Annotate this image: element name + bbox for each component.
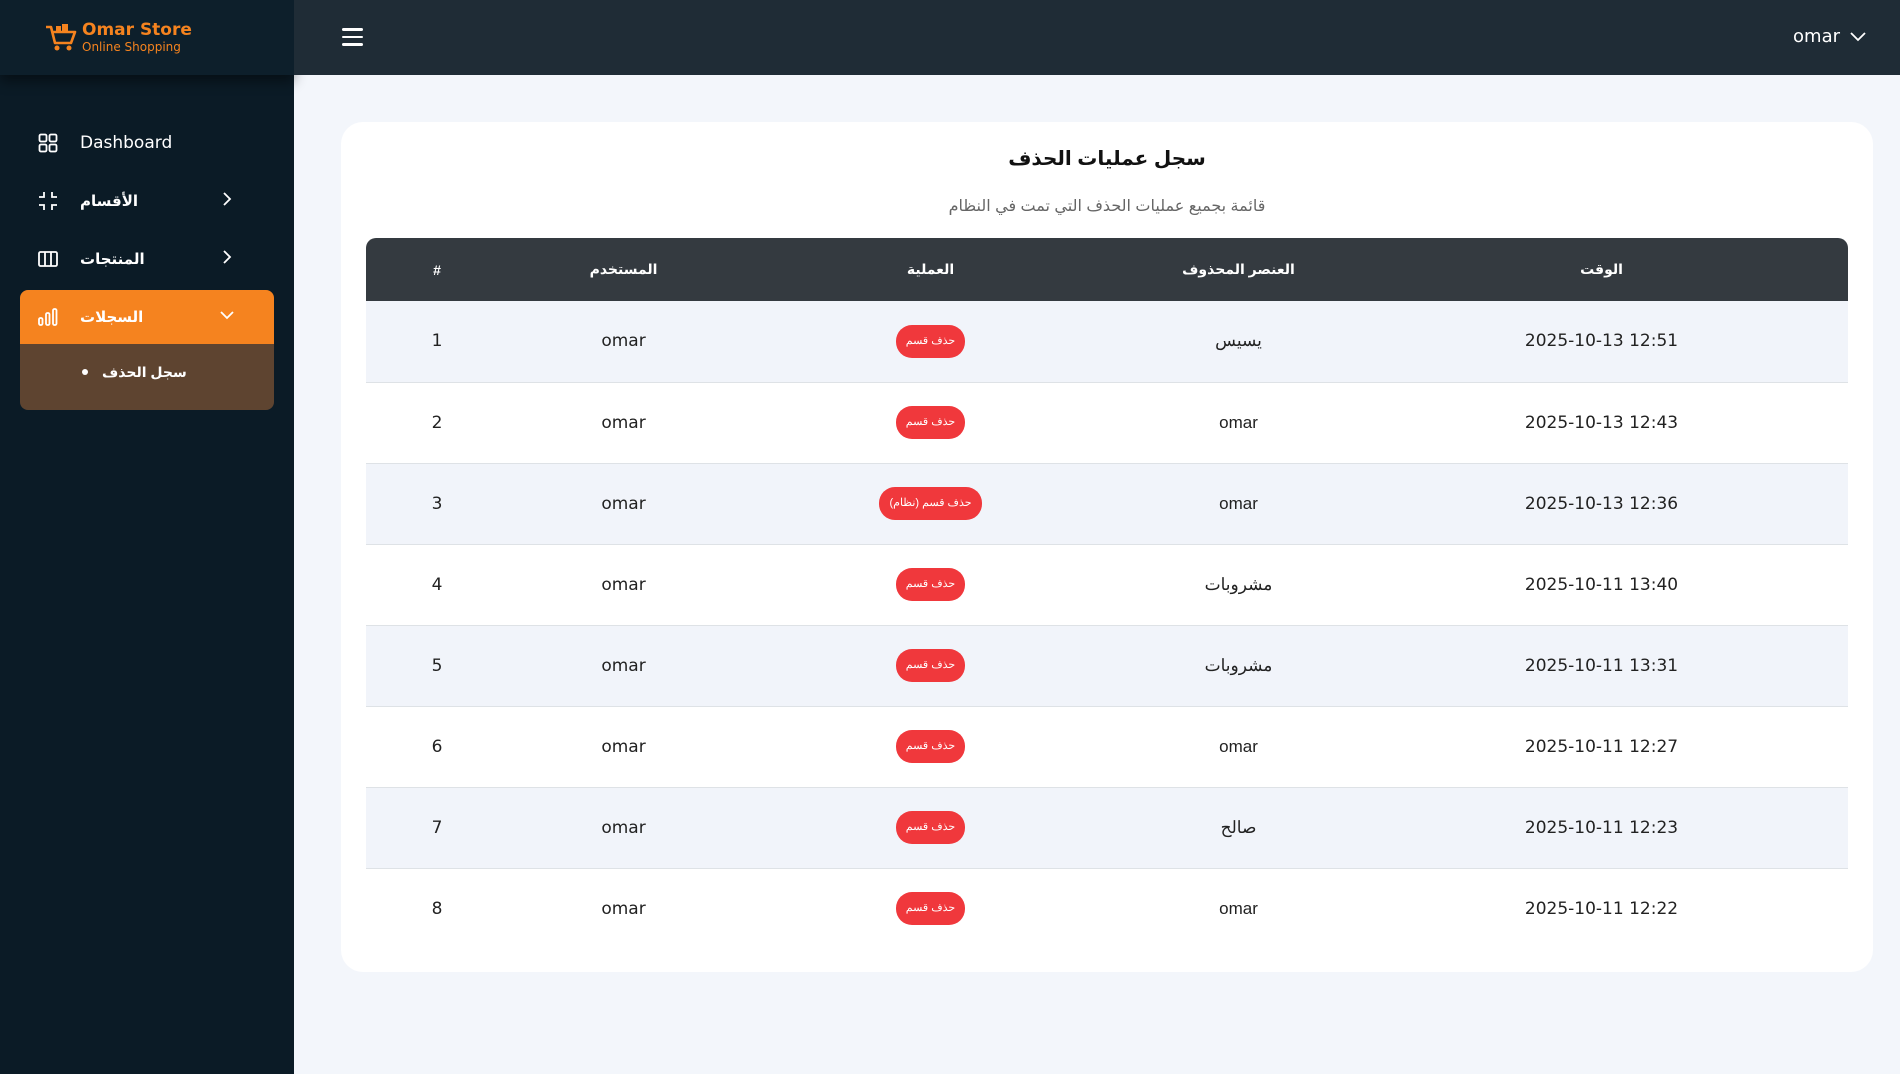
cell-index: 7 — [431, 817, 443, 838]
submenu-item-deletion-log[interactable]: سجل الحذف — [20, 354, 274, 390]
column-header-operation: العملية — [906, 261, 955, 277]
sidebar-item-label: Dashboard — [80, 133, 173, 153]
hamburger-menu-icon[interactable] — [342, 28, 368, 50]
cell-user: omar — [601, 817, 646, 838]
columns-icon — [38, 249, 58, 269]
cell-deleted-item: omar — [1219, 898, 1258, 918]
sidebar-item-categories[interactable]: الأقسام — [20, 174, 274, 228]
operation-badge: حذف قسم — [895, 568, 966, 601]
user-menu[interactable]: omar — [1793, 26, 1866, 47]
cell-deleted-item: يسيس — [1215, 331, 1262, 351]
cell-user: omar — [601, 574, 646, 595]
sidebar-item-dashboard[interactable]: Dashboard — [20, 116, 274, 170]
cell-user: omar — [601, 412, 646, 433]
cell-operation: حذف قسم — [739, 787, 1122, 868]
sidebar-item-label: السجلات — [80, 309, 144, 326]
sidebar: Omar Store Online Shopping Dashboard الأ… — [0, 0, 294, 1074]
brand-name: Omar Store — [82, 20, 192, 40]
column-header-time: الوقت — [1580, 261, 1623, 277]
cell-user: omar — [601, 736, 646, 757]
cell-index: 2 — [431, 412, 443, 433]
cell-index: 3 — [431, 493, 443, 514]
logs-submenu: سجل الحذف — [20, 344, 274, 410]
cell-index: 4 — [431, 574, 443, 595]
brand-tagline: Online Shopping — [82, 40, 181, 54]
topbar: omar — [294, 0, 1900, 75]
operation-badge: حذف قسم — [895, 730, 966, 763]
cell-time: 2025-10-13 12:36 — [1524, 493, 1679, 514]
cell-time: 2025-10-13 12:43 — [1524, 412, 1679, 433]
cell-operation: حذف قسم (نظام) — [739, 463, 1122, 544]
bar-chart-icon — [38, 307, 58, 327]
sidebar-item-label: الأقسام — [80, 193, 139, 210]
operation-badge: حذف قسم — [895, 406, 966, 439]
cell-deleted-item: omar — [1219, 493, 1258, 513]
cell-deleted-item: مشروبات — [1204, 574, 1273, 594]
table-row: 7 omar حذف قسم صالح 2025-10-11 12:23 — [366, 787, 1848, 868]
cell-deleted-item: صالح — [1220, 817, 1257, 837]
table-row: 2 omar حذف قسم omar 2025-10-13 12:43 — [366, 382, 1848, 463]
cell-index: 1 — [431, 331, 443, 352]
cell-operation: حذف قسم — [739, 868, 1122, 949]
column-header-user: المستخدم — [589, 261, 658, 277]
cell-time: 2025-10-11 12:22 — [1524, 898, 1679, 919]
cell-time: 2025-10-11 13:31 — [1524, 655, 1679, 676]
chevron-right-icon — [223, 192, 232, 206]
chevron-down-icon — [220, 311, 234, 320]
page-title: سجل عمليات الحذف — [1008, 148, 1206, 170]
deletion-log-table: # المستخدم العملية العنصر المحذوف الوقت … — [366, 238, 1848, 949]
sidebar-item-products[interactable]: المنتجات — [20, 232, 274, 286]
cell-index: 8 — [431, 898, 443, 919]
shopping-cart-icon — [46, 23, 77, 50]
operation-badge: حذف قسم — [895, 811, 966, 844]
table-row: 6 omar حذف قسم omar 2025-10-11 12:27 — [366, 706, 1848, 787]
sidebar-nav: Dashboard الأقسام المنتجات السجلات سجل ا… — [20, 116, 274, 410]
cell-user: omar — [601, 655, 646, 676]
column-header-index: # — [433, 261, 441, 278]
cell-operation: حذف قسم — [739, 382, 1122, 463]
table-row: 4 omar حذف قسم مشروبات 2025-10-11 13:40 — [366, 544, 1848, 625]
cell-time: 2025-10-11 12:27 — [1524, 736, 1679, 757]
grid-icon — [38, 133, 58, 153]
page-subtitle: قائمة بجميع عمليات الحذف التي تمت في الن… — [948, 198, 1266, 215]
chevron-down-icon — [1850, 31, 1866, 41]
cell-deleted-item: omar — [1219, 412, 1258, 432]
cell-user: omar — [601, 898, 646, 919]
sidebar-item-logs[interactable]: السجلات — [20, 290, 274, 344]
table-row: 1 omar حذف قسم يسيس 2025-10-13 12:51 — [366, 301, 1848, 382]
operation-badge: حذف قسم (نظام) — [879, 487, 982, 520]
table-row: 3 omar حذف قسم (نظام) omar 2025-10-13 12:36 — [366, 463, 1848, 544]
operation-badge: حذف قسم — [895, 649, 966, 682]
cell-deleted-item: omar — [1219, 736, 1258, 756]
cell-operation: حذف قسم — [739, 625, 1122, 706]
cell-time: 2025-10-13 12:51 — [1524, 331, 1679, 352]
collapse-icon — [38, 191, 58, 211]
cell-index: 5 — [431, 655, 443, 676]
cell-deleted-item: مشروبات — [1204, 655, 1273, 675]
deletion-log-card: سجل عمليات الحذف قائمة بجميع عمليات الحذ… — [341, 122, 1873, 972]
operation-badge: حذف قسم — [895, 324, 966, 358]
brand-logo[interactable]: Omar Store Online Shopping — [0, 0, 294, 75]
table-row: 5 omar حذف قسم مشروبات 2025-10-11 13:31 — [366, 625, 1848, 706]
cell-time: 2025-10-11 12:23 — [1524, 817, 1679, 838]
column-header-deleted-item: العنصر المحذوف — [1182, 261, 1295, 277]
table-row: 8 omar حذف قسم omar 2025-10-11 12:22 — [366, 868, 1848, 949]
bullet-icon — [82, 369, 88, 375]
cell-index: 6 — [431, 736, 443, 757]
operation-badge: حذف قسم — [895, 892, 966, 926]
cell-operation: حذف قسم — [739, 544, 1122, 625]
sidebar-item-label: المنتجات — [80, 251, 145, 268]
cell-operation: حذف قسم — [739, 706, 1122, 787]
cell-operation: حذف قسم — [739, 301, 1122, 382]
table-header-row: # المستخدم العملية العنصر المحذوف الوقت — [366, 238, 1848, 301]
cell-user: omar — [601, 331, 646, 352]
cell-user: omar — [601, 493, 646, 514]
user-name: omar — [1793, 26, 1840, 47]
cell-time: 2025-10-11 13:40 — [1524, 574, 1679, 595]
submenu-item-label: سجل الحذف — [102, 363, 187, 380]
chevron-right-icon — [223, 250, 232, 264]
